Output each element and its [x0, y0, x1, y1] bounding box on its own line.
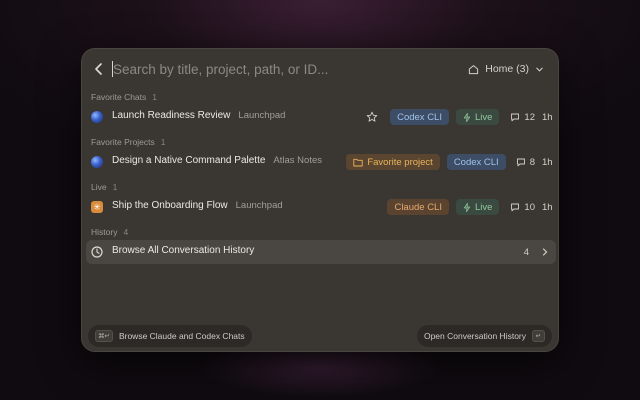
comment-count: 12	[510, 112, 535, 123]
chevron-down-icon	[536, 67, 543, 72]
globe-icon	[91, 156, 103, 168]
folder-icon	[353, 158, 363, 166]
list-item-onboarding-flow[interactable]: ✳ Ship the Onboarding Flow Launchpad Clau…	[86, 195, 556, 219]
row-title: Ship the Onboarding Flow Launchpad	[112, 200, 283, 211]
row-time: 1h	[542, 156, 553, 168]
section-favorite-projects: Favorite Projects 1	[91, 137, 166, 147]
history-count: 4	[523, 246, 529, 258]
background-glow	[200, 350, 440, 400]
row-title: Launch Readiness Review Launchpad	[112, 110, 286, 121]
row-time: 1h	[542, 201, 553, 213]
row-time: 1h	[542, 111, 553, 123]
section-history: History 4	[91, 227, 128, 237]
comment-count: 10	[510, 202, 535, 213]
codex-badge: Codex CLI	[390, 109, 449, 125]
search-bar: Home (3)	[82, 49, 558, 89]
row-title: Browse All Conversation History	[112, 245, 255, 256]
shortcut-key: ↵	[532, 330, 545, 342]
scope-dropdown[interactable]: Home (3)	[468, 61, 544, 77]
bolt-icon	[463, 112, 471, 122]
live-badge: Live	[455, 109, 500, 125]
section-count: 1	[112, 182, 118, 192]
list-item-browse-history[interactable]: Browse All Conversation History 4	[86, 240, 556, 264]
section-label: Live	[91, 182, 107, 192]
row-meta: Favorite project Codex CLI 8 1h	[346, 153, 553, 171]
home-icon	[469, 64, 479, 74]
row-project: Launchpad	[235, 200, 283, 211]
row-meta: Claude CLI Live 10 1h	[387, 198, 553, 216]
command-palette: Home (3) Favorite Chats 1 Launch Readine…	[81, 48, 559, 352]
list-item-launch-readiness[interactable]: Launch Readiness Review Launchpad Codex C…	[86, 105, 556, 129]
section-live: Live 1	[91, 182, 117, 192]
row-meta: Codex CLI Live 12 1h	[366, 108, 553, 126]
open-history-button[interactable]: Open Conversation History ↵	[416, 325, 552, 347]
live-badge: Live	[455, 199, 500, 215]
comment-icon	[516, 158, 525, 167]
search-input[interactable]	[113, 59, 443, 79]
section-count: 1	[160, 137, 166, 147]
comment-icon	[511, 203, 520, 212]
section-label: Favorite Projects	[91, 137, 155, 147]
back-button[interactable]	[90, 60, 108, 78]
chevron-left-icon	[95, 63, 102, 75]
favorite-project-badge: Favorite project	[346, 154, 440, 170]
chevron-right-icon	[542, 248, 548, 256]
star-icon[interactable]	[366, 111, 378, 123]
claude-icon: ✳	[91, 201, 103, 213]
globe-icon	[91, 111, 103, 123]
section-favorite-chats: Favorite Chats 1	[91, 92, 157, 102]
comment-count: 8	[516, 157, 535, 168]
row-title: Design a Native Command Palette Atlas Not…	[112, 155, 322, 166]
section-count: 1	[152, 92, 158, 102]
button-label: Open Conversation History	[423, 331, 526, 341]
comment-icon	[511, 113, 520, 122]
list-item-command-palette[interactable]: Design a Native Command Palette Atlas Not…	[86, 150, 556, 174]
row-meta: 4	[524, 243, 552, 261]
claude-badge: Claude CLI	[387, 199, 449, 215]
row-project: Launchpad	[238, 110, 286, 121]
row-project: Atlas Notes	[273, 155, 322, 166]
shortcut-key: ⌘↵	[95, 330, 113, 342]
section-count: 4	[123, 227, 129, 237]
codex-badge: Codex CLI	[446, 154, 506, 170]
clock-icon	[91, 246, 103, 258]
section-label: History	[91, 227, 118, 237]
browse-chats-button[interactable]: ⌘↵ Browse Claude and Codex Chats	[88, 325, 252, 347]
scope-label: Home (3)	[485, 63, 529, 75]
button-label: Browse Claude and Codex Chats	[118, 331, 245, 341]
section-label: Favorite Chats	[91, 92, 147, 102]
bolt-icon	[463, 202, 471, 212]
